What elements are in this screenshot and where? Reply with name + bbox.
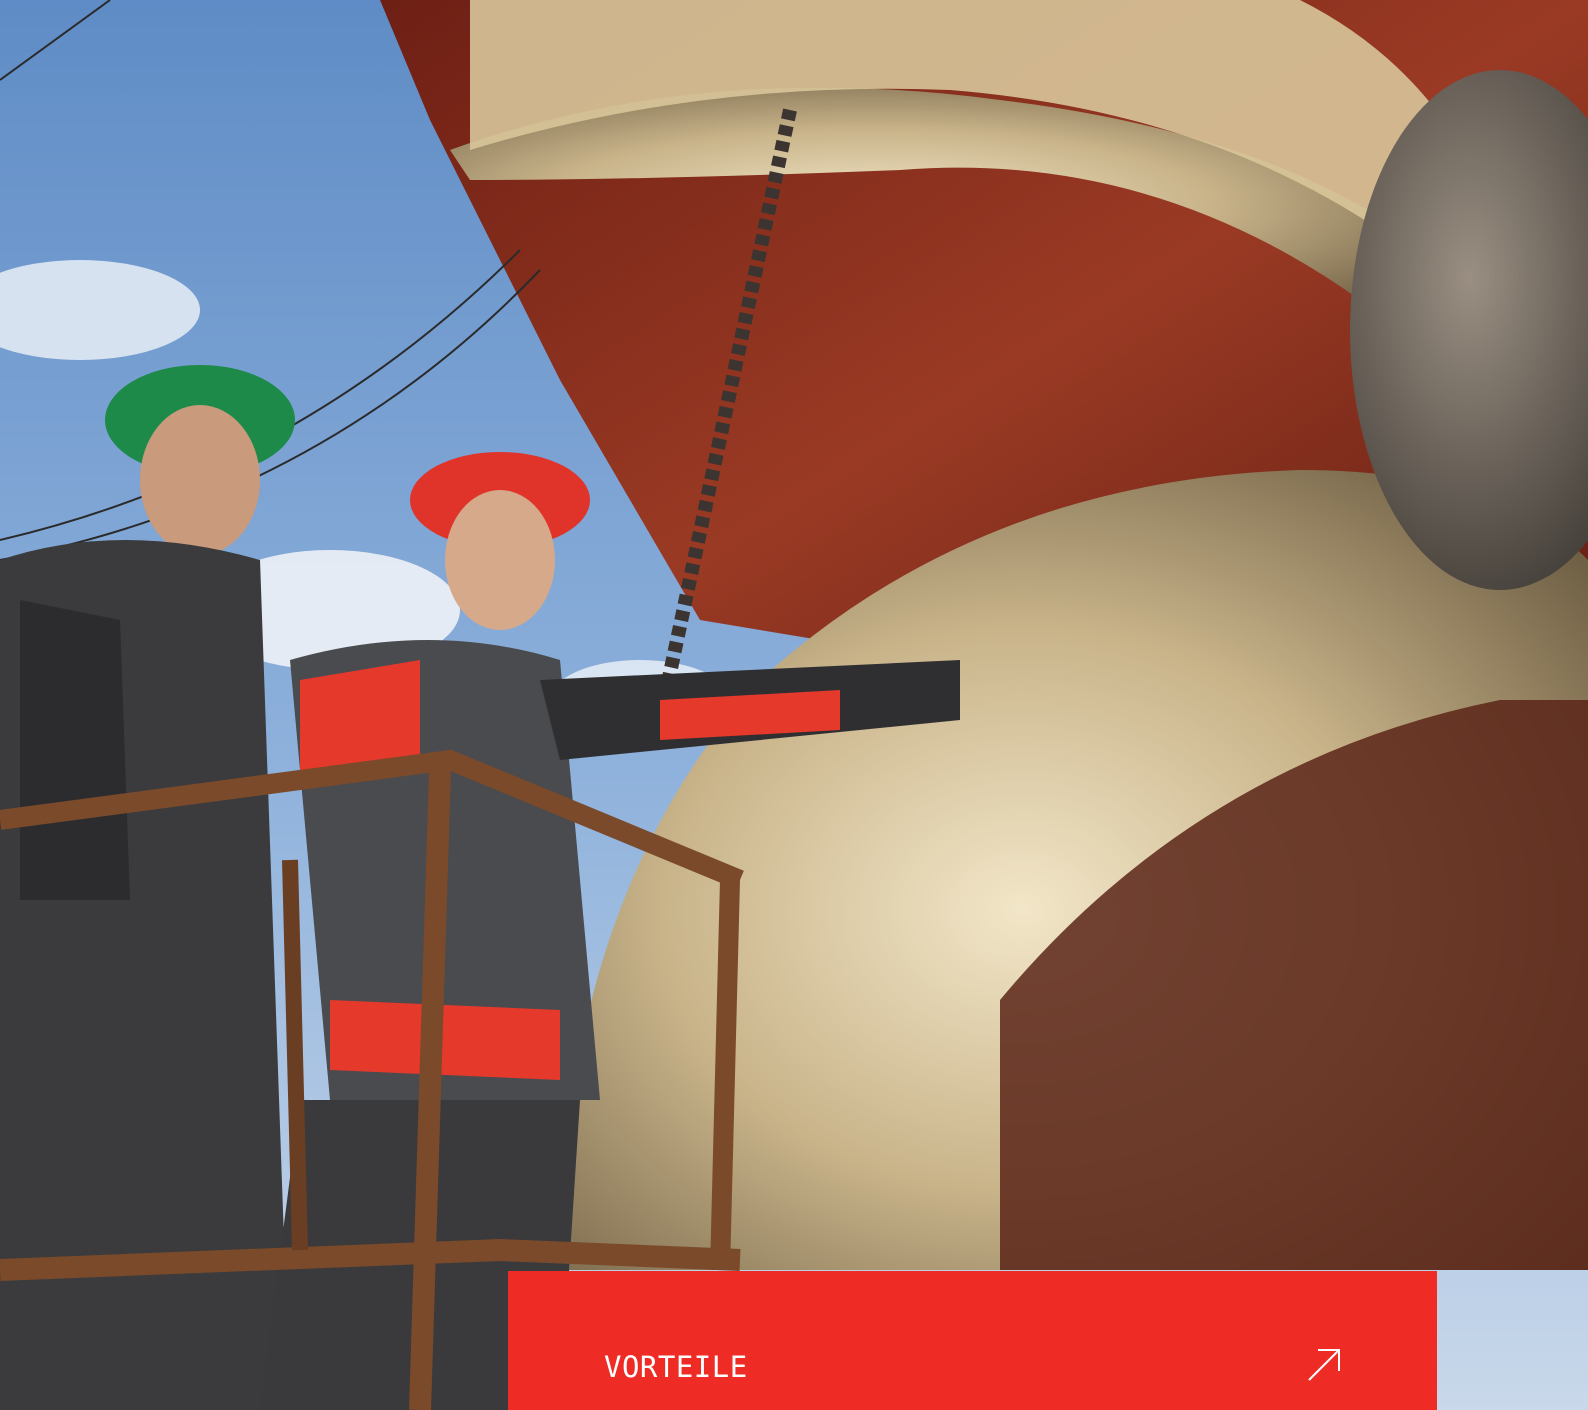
hero-section: VORTEILE [0, 0, 1588, 1410]
arrow-up-right-icon [1308, 1349, 1340, 1381]
hero-image [0, 0, 1588, 1410]
benefits-link-label: VORTEILE [604, 1350, 748, 1384]
benefits-link-card[interactable]: VORTEILE [508, 1271, 1437, 1410]
